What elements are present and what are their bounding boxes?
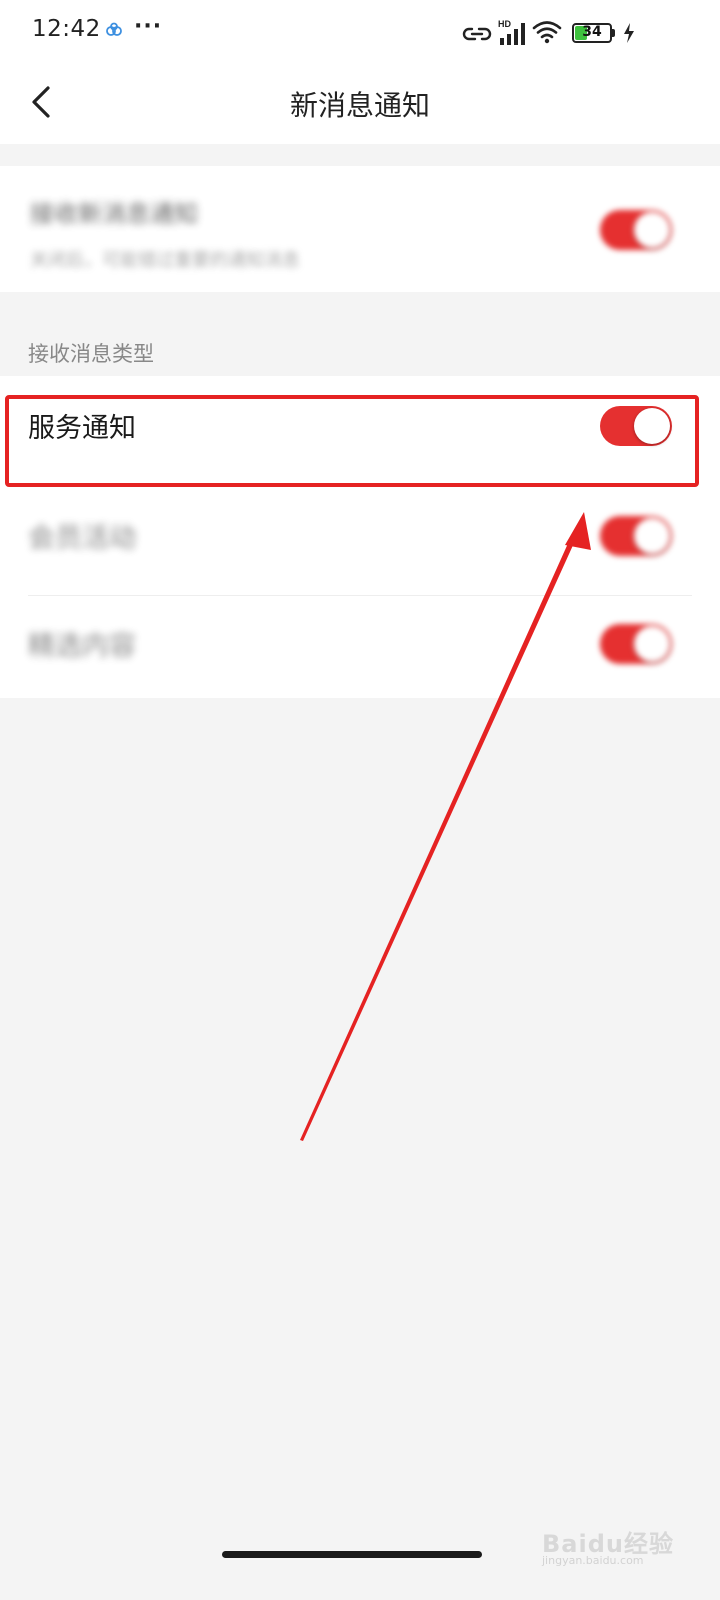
app-notification-icon — [106, 22, 122, 36]
type-3-toggle[interactable] — [600, 624, 672, 664]
status-more-icon: ··· — [134, 14, 163, 39]
list-item-type-2: 会员活动 — [0, 486, 720, 596]
baidu-watermark: Baidu经验 jingyan.baidu.com — [542, 1520, 682, 1568]
link-icon — [462, 27, 492, 41]
watermark-url: jingyan.baidu.com — [542, 1554, 644, 1567]
master-notification-row: 接收新消息通知 关闭后，可能错过重要的通知消息 — [0, 166, 720, 292]
home-indicator[interactable] — [222, 1551, 482, 1558]
status-bar: 12:42 ··· HD 34 — [0, 0, 720, 64]
service-notification-toggle[interactable] — [600, 406, 672, 446]
battery-level: 34 — [582, 24, 602, 40]
list-item-service-notification: 服务通知 — [0, 376, 720, 480]
signal-icon: HD — [498, 19, 525, 45]
list-item-label: 服务通知 — [28, 413, 136, 444]
charging-bolt-icon — [624, 23, 634, 43]
toggle-knob — [634, 626, 670, 662]
toggle-knob — [634, 518, 670, 554]
type-2-toggle[interactable] — [600, 516, 672, 556]
signal-badge: HD — [498, 19, 511, 29]
page-title: 新消息通知 — [289, 89, 430, 122]
wifi-icon — [532, 21, 562, 44]
notification-type-list: 服务通知 会员活动 精选内容 — [0, 376, 720, 698]
master-notification-label: 接收新消息通知 — [30, 200, 198, 228]
list-item-type-3: 精选内容 — [0, 594, 720, 698]
master-notification-description: 关闭后，可能错过重要的通知消息 — [30, 250, 300, 271]
section-label-message-types: 接收消息类型 — [28, 342, 154, 366]
toggle-knob — [634, 212, 670, 248]
battery-icon: 34 — [572, 23, 616, 43]
page-header: 新消息通知 — [0, 64, 720, 144]
master-notification-toggle[interactable] — [600, 210, 672, 250]
list-item-label: 精选内容 — [28, 631, 136, 662]
list-item-label: 会员活动 — [28, 523, 136, 554]
status-time: 12:42 — [32, 16, 101, 42]
toggle-knob — [634, 408, 670, 444]
